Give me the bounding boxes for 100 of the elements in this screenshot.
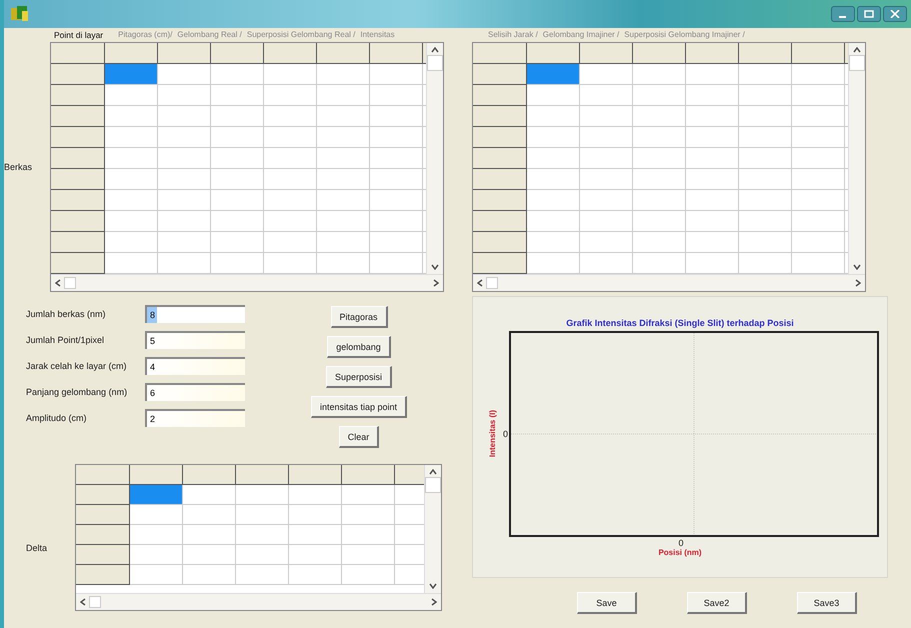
grid-cell[interactable]	[317, 210, 370, 232]
grid-cell[interactable]	[264, 210, 317, 232]
grid-cell[interactable]	[289, 545, 342, 565]
grid-cell[interactable]	[686, 126, 739, 148]
grid-cell[interactable]	[236, 485, 289, 505]
grid-cell[interactable]	[527, 210, 580, 232]
grid-cell[interactable]	[105, 126, 158, 148]
grid-cell[interactable]	[686, 210, 739, 232]
grid-cell[interactable]	[289, 565, 342, 585]
grid-cell[interactable]	[183, 545, 236, 565]
grid-cell[interactable]	[317, 190, 370, 211]
grid-cell[interactable]	[158, 232, 211, 253]
scroll-thumb[interactable]	[849, 54, 865, 71]
save-button[interactable]: Save2	[687, 592, 747, 614]
grid-cell[interactable]	[264, 190, 317, 211]
grid-cell[interactable]	[183, 565, 236, 585]
grid-cell[interactable]	[236, 565, 289, 585]
grid-cell[interactable]	[317, 168, 370, 190]
scroll-thumb[interactable]	[89, 596, 101, 608]
action-button[interactable]: Superposisi	[326, 366, 392, 388]
grid-cell[interactable]	[317, 84, 370, 106]
input-field[interactable]: 2	[145, 409, 245, 427]
grid-cell[interactable]	[370, 84, 423, 106]
grid-cell[interactable]	[580, 106, 633, 127]
grid-cell[interactable]	[580, 126, 633, 148]
vertical-scrollbar[interactable]	[848, 42, 865, 274]
save-button[interactable]: Save	[577, 592, 637, 614]
grid-cell[interactable]	[370, 106, 423, 127]
grid-cell[interactable]	[130, 565, 183, 585]
grid-cell[interactable]	[527, 232, 580, 253]
grid-cell[interactable]	[739, 126, 792, 148]
grid-cell[interactable]	[686, 64, 739, 85]
action-button[interactable]: Clear	[338, 426, 380, 448]
grid-cell[interactable]	[289, 485, 342, 505]
grid-cell[interactable]	[580, 190, 633, 211]
action-button[interactable]: Pitagoras	[330, 306, 388, 328]
grid-cell[interactable]	[105, 210, 158, 232]
scroll-left-icon[interactable]	[477, 279, 483, 287]
grid-cell[interactable]	[739, 84, 792, 106]
scroll-thumb[interactable]	[64, 277, 76, 289]
grid-cell[interactable]	[527, 106, 580, 127]
grid-cell[interactable]	[236, 525, 289, 545]
grid-cell[interactable]	[183, 525, 236, 545]
horizontal-scrollbar[interactable]	[76, 593, 441, 610]
grid-cell[interactable]	[527, 64, 580, 85]
grid-cell[interactable]	[158, 64, 211, 85]
grid-cell[interactable]	[342, 565, 395, 585]
grid-cell[interactable]	[130, 545, 183, 565]
grid-cell[interactable]	[211, 190, 264, 211]
grid-cell[interactable]	[317, 148, 370, 169]
scroll-thumb[interactable]	[425, 477, 441, 493]
grid-cell[interactable]	[317, 126, 370, 148]
grid-cell[interactable]	[158, 126, 211, 148]
save-button[interactable]: Save3	[797, 592, 857, 614]
grid-cell[interactable]	[370, 210, 423, 232]
grid-cell[interactable]	[792, 148, 845, 169]
grid-cell[interactable]	[739, 232, 792, 253]
grid-cell[interactable]	[183, 485, 236, 505]
grid-cell[interactable]	[633, 210, 686, 232]
grid-cell[interactable]	[342, 525, 395, 545]
horizontal-scrollbar[interactable]	[473, 274, 865, 291]
scroll-right-icon[interactable]	[855, 279, 861, 287]
grid-cell[interactable]	[236, 545, 289, 565]
grid-cell[interactable]	[633, 232, 686, 253]
grid-cell[interactable]	[211, 106, 264, 127]
grid-cell[interactable]	[289, 505, 342, 525]
maximize-button[interactable]	[857, 6, 881, 22]
grid-cell[interactable]	[739, 168, 792, 190]
grid-cell[interactable]	[739, 210, 792, 232]
scroll-down-icon[interactable]	[429, 583, 437, 589]
minimize-button[interactable]	[831, 6, 855, 22]
data-grid[interactable]	[472, 42, 866, 292]
grid-cell[interactable]	[739, 64, 792, 85]
grid-cell[interactable]	[370, 232, 423, 253]
grid-cell[interactable]	[317, 232, 370, 253]
grid-cell[interactable]	[792, 84, 845, 106]
grid-cell[interactable]	[580, 232, 633, 253]
grid-cell[interactable]	[130, 485, 183, 505]
grid-cell[interactable]	[686, 148, 739, 169]
vertical-scrollbar[interactable]	[426, 42, 443, 274]
grid-cell[interactable]	[792, 232, 845, 253]
input-field[interactable]: 4	[145, 357, 245, 375]
grid-cell[interactable]	[792, 168, 845, 190]
grid-cell[interactable]	[105, 190, 158, 211]
grid-cell[interactable]	[105, 106, 158, 127]
grid-cell[interactable]	[792, 64, 845, 85]
grid-cell[interactable]	[236, 505, 289, 525]
scroll-down-icon[interactable]	[853, 264, 861, 270]
grid-cell[interactable]	[105, 84, 158, 106]
grid-cell[interactable]	[264, 106, 317, 127]
grid-cell[interactable]	[792, 126, 845, 148]
grid-cell[interactable]	[211, 148, 264, 169]
grid-cell[interactable]	[686, 84, 739, 106]
grid-cell[interactable]	[633, 148, 686, 169]
input-field[interactable]: 5	[145, 331, 245, 349]
data-grid[interactable]	[50, 42, 444, 292]
scroll-down-icon[interactable]	[431, 264, 439, 270]
grid-cell[interactable]	[633, 168, 686, 190]
input-field[interactable]: 6	[145, 383, 245, 401]
grid-cell[interactable]	[158, 168, 211, 190]
